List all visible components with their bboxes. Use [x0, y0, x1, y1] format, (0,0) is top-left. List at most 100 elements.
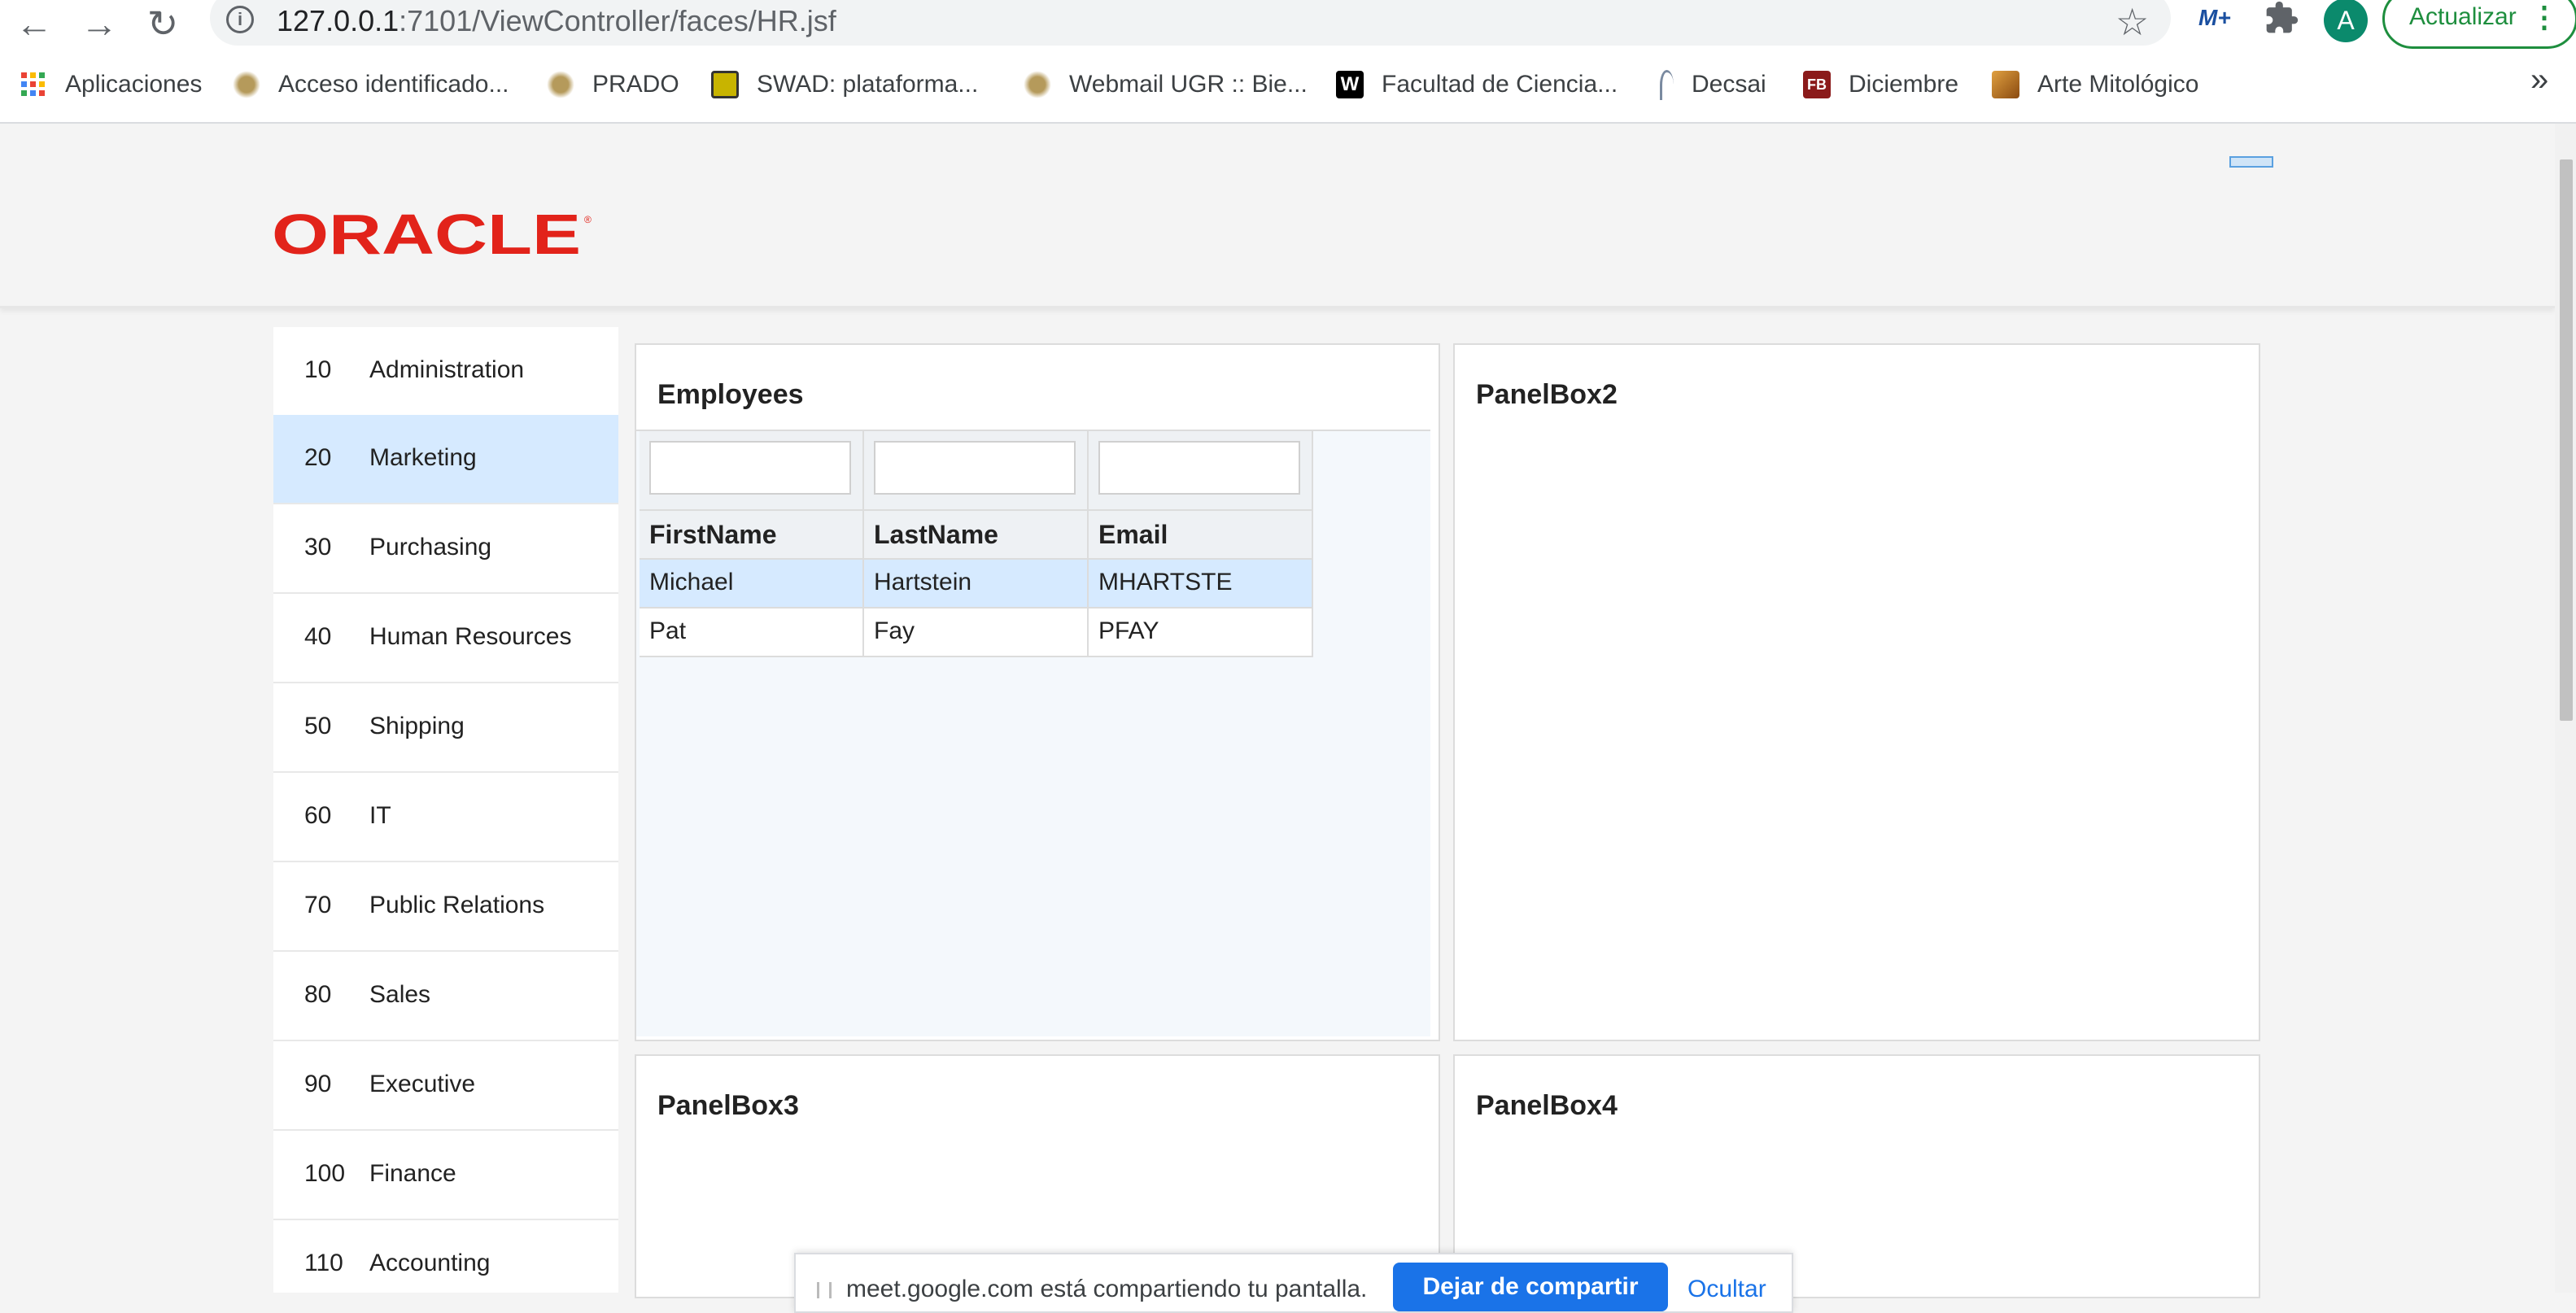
list-item[interactable]: 60 IT	[273, 773, 618, 862]
share-message: meet.google.com está compartiendo tu pan…	[846, 1276, 1368, 1302]
department-id: 20	[304, 444, 332, 471]
table-cell[interactable]: MHARTSTE	[1089, 558, 1313, 607]
bookmark-webmail[interactable]: Webmail UGR :: Bie...	[1024, 62, 1308, 107]
hide-button[interactable]: Ocultar	[1687, 1276, 1766, 1303]
back-arrow-icon[interactable]: ←	[10, 3, 59, 44]
oracle-logo-text: ORACLE	[272, 210, 581, 259]
panel-title: Employees	[657, 379, 804, 410]
department-name: Administration	[369, 356, 525, 383]
panel-title: PanelBox3	[657, 1090, 799, 1121]
department-id: 60	[304, 802, 332, 829]
bookmark-swad[interactable]: SWAD: plataforma...	[711, 62, 978, 107]
department-id: 10	[304, 356, 332, 383]
bookmark-label: SWAD: plataforma...	[757, 71, 979, 98]
department-name: Human Resources	[369, 623, 572, 650]
list-item[interactable]: 80 Sales	[273, 952, 618, 1041]
departments-list: 10 Administration 20 Marketing 30 Purchasin…	[273, 327, 618, 1293]
bookmark-prado[interactable]: PRADO	[547, 62, 679, 107]
movistar-extension-icon[interactable]: M+	[2198, 5, 2231, 31]
bookmark-acceso[interactable]: Acceso identificado...	[233, 62, 509, 107]
ugr-crest-icon	[233, 71, 260, 98]
bookmark-label: Webmail UGR :: Bie...	[1069, 71, 1308, 98]
forward-arrow-icon[interactable]: →	[75, 3, 124, 44]
panel-title: PanelBox2	[1476, 379, 1618, 410]
update-button-label: Actualizar	[2409, 3, 2517, 30]
filter-cell	[864, 431, 1089, 509]
table-cell[interactable]: Michael	[640, 558, 864, 607]
department-name: Accounting	[369, 1250, 491, 1276]
list-item[interactable]: 40 Human Resources	[273, 594, 618, 683]
department-name: IT	[369, 802, 391, 829]
list-item[interactable]: 30 Purchasing	[273, 504, 618, 594]
table-cell[interactable]: PFAY	[1089, 607, 1313, 657]
department-id: 50	[304, 713, 332, 739]
svg-text:®: ®	[584, 214, 592, 225]
header-menu-icon[interactable]	[2229, 156, 2273, 168]
extensions-puzzle-icon[interactable]	[2264, 0, 2299, 36]
decsai-icon	[1660, 69, 1674, 100]
bookmark-label: Facultad de Ciencia...	[1382, 71, 1618, 98]
column-header-lastname[interactable]: LastName	[864, 509, 1089, 558]
bookmark-label: PRADO	[592, 71, 679, 98]
department-id: 110	[304, 1250, 343, 1276]
bookmark-label: Diciembre	[1849, 71, 1959, 98]
firstname-filter-input[interactable]	[649, 441, 851, 495]
scrollbar-thumb[interactable]	[2560, 159, 2573, 721]
table-cell[interactable]: Pat	[640, 607, 864, 657]
bookmark-label: Arte Mitológico	[2037, 71, 2199, 98]
filter-cell	[1089, 431, 1313, 509]
list-item[interactable]: 90 Executive	[273, 1041, 618, 1131]
more-menu-icon[interactable]: ⋮	[2530, 0, 2559, 40]
employees-panel: Employees FirstName LastName Email Micha…	[635, 343, 1440, 1041]
department-name: Public Relations	[369, 892, 545, 918]
ugr-crest-icon	[1024, 71, 1051, 98]
lastname-filter-input[interactable]	[874, 441, 1076, 495]
stop-sharing-button[interactable]: Dejar de compartir	[1393, 1263, 1668, 1311]
bookmark-arte[interactable]: Arte Mitológico	[1992, 62, 2198, 107]
column-header-email[interactable]: Email	[1089, 509, 1313, 558]
art-thumbnail-icon	[1992, 71, 2019, 98]
site-info-icon[interactable]: i	[226, 6, 254, 33]
url-text[interactable]: 127.0.0.1:7101/ViewController/faces/HR.j…	[277, 3, 836, 39]
list-item[interactable]: 70 Public Relations	[273, 862, 618, 952]
bookmark-star-icon[interactable]: ☆	[2115, 0, 2149, 44]
department-id: 100	[304, 1160, 346, 1187]
panel-title: PanelBox4	[1476, 1090, 1618, 1121]
list-item[interactable]: 50 Shipping	[273, 683, 618, 773]
panelbox2: PanelBox2	[1453, 343, 2260, 1041]
department-id: 80	[304, 981, 332, 1008]
bookmark-label: Decsai	[1692, 71, 1766, 98]
url-host: 127.0.0.1	[277, 4, 399, 37]
table-cell[interactable]: Fay	[864, 607, 1089, 657]
bookmark-decsai[interactable]: Decsai	[1652, 62, 1766, 107]
oracle-logo: ORACLE ®	[272, 210, 592, 259]
bookmark-label: Acceso identificado...	[278, 71, 509, 98]
list-item[interactable]: 20 Marketing	[273, 415, 618, 504]
list-item[interactable]: 100 Finance	[273, 1131, 618, 1220]
bookmark-diciembre[interactable]: FB Diciembre	[1803, 62, 1958, 107]
bookmarks-overflow-icon[interactable]: »	[2530, 62, 2548, 98]
email-filter-input[interactable]	[1098, 441, 1300, 495]
department-name: Shipping	[369, 713, 465, 739]
update-button[interactable]: Actualizar ⋮	[2382, 0, 2576, 49]
department-id: 90	[304, 1071, 332, 1097]
ugr-crest-icon	[547, 71, 574, 98]
drag-handle-icon[interactable]	[817, 1282, 832, 1298]
department-name: Marketing	[369, 444, 477, 471]
bookmark-facultad[interactable]: W Facultad de Ciencia...	[1336, 62, 1618, 107]
bookmark-apps[interactable]: Aplicaciones	[20, 62, 202, 107]
department-name: Purchasing	[369, 534, 492, 561]
employees-table-area: FirstName LastName Email Michael Hartste…	[636, 430, 1430, 1036]
column-header-firstname[interactable]: FirstName	[640, 509, 864, 558]
list-item[interactable]: 10 Administration	[273, 327, 618, 417]
department-name: Finance	[369, 1160, 456, 1187]
reload-icon[interactable]: ↻	[138, 3, 187, 44]
filter-cell	[640, 431, 864, 509]
apps-grid-icon	[21, 72, 45, 96]
url-path: :7101/ViewController/faces/HR.jsf	[399, 4, 836, 37]
list-item[interactable]: 110 Accounting	[273, 1220, 618, 1293]
department-name: Sales	[369, 981, 431, 1008]
table-cell[interactable]: Hartstein	[864, 558, 1089, 607]
profile-avatar[interactable]: A	[2324, 0, 2368, 42]
w-logo-icon: W	[1336, 71, 1364, 98]
